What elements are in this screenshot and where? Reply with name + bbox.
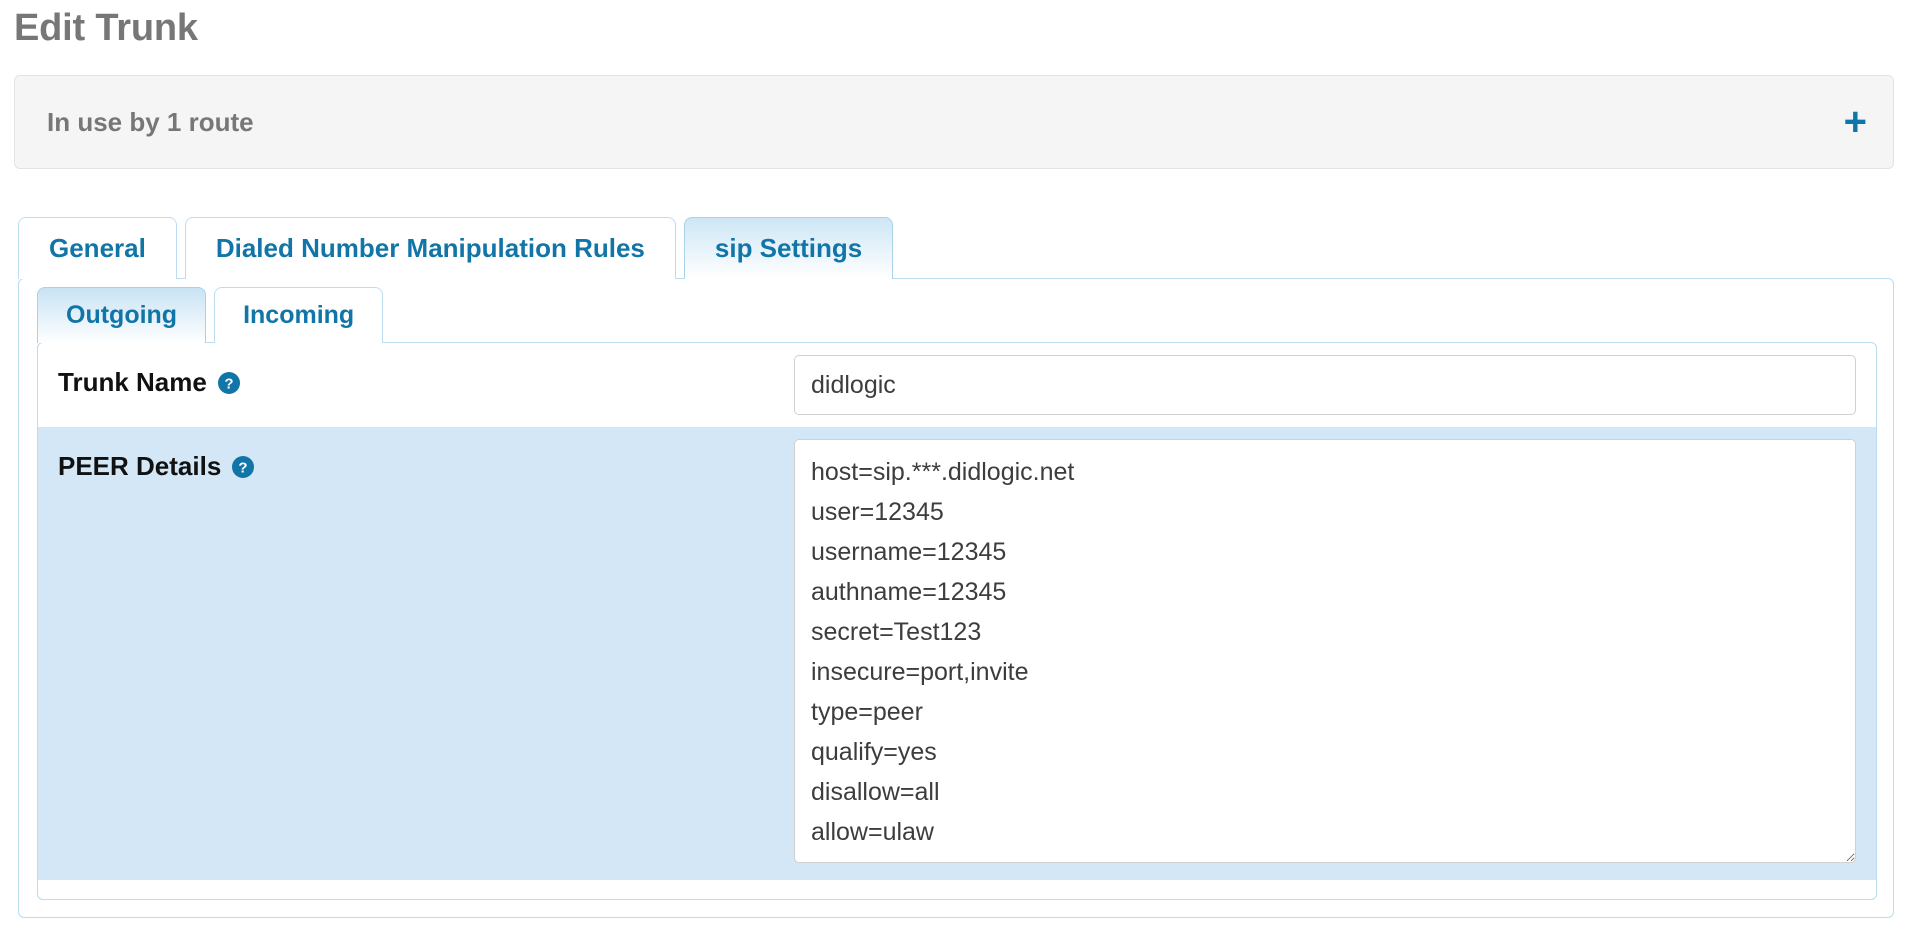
help-circle-icon[interactable]: ? (231, 455, 255, 479)
tab-outgoing-label: Outgoing (66, 301, 177, 330)
tab-general[interactable]: General (18, 217, 177, 279)
trunk-name-label: Trunk Name (58, 367, 207, 398)
help-circle-icon[interactable]: ? (217, 371, 241, 395)
peer-details-field-cell: host=sip.***.didlogic.net user=12345 use… (794, 439, 1856, 868)
svg-text:?: ? (239, 459, 248, 476)
sip-settings-panel: Outgoing Incoming Trunk Name ? (18, 278, 1894, 918)
tab-dialed-number-manipulation-rules[interactable]: Dialed Number Manipulation Rules (185, 217, 676, 279)
secondary-tab-strip: Outgoing Incoming (37, 287, 391, 343)
in-use-banner: In use by 1 route + (14, 75, 1894, 169)
tab-sip-settings[interactable]: sip Settings (684, 217, 893, 279)
tab-sip-settings-label: sip Settings (715, 233, 862, 264)
svg-text:?: ? (224, 375, 233, 392)
page-title: Edit Trunk (0, 0, 1916, 52)
peer-details-textarea[interactable]: host=sip.***.didlogic.net user=12345 use… (794, 439, 1856, 863)
peer-details-label-cell: PEER Details ? (56, 439, 794, 482)
trunk-name-input[interactable] (794, 355, 1856, 415)
trunk-name-row: Trunk Name ? (38, 343, 1876, 427)
trunk-name-field-cell (794, 355, 1856, 415)
outgoing-settings-panel: Trunk Name ? PEER Details ? (37, 342, 1877, 900)
trunk-name-label-cell: Trunk Name ? (56, 355, 794, 398)
plus-icon[interactable]: + (1844, 102, 1867, 142)
peer-details-row: PEER Details ? host=sip.***.didlogic.net… (38, 427, 1876, 880)
tab-incoming[interactable]: Incoming (214, 287, 383, 343)
peer-details-label: PEER Details (58, 451, 221, 482)
tab-outgoing[interactable]: Outgoing (37, 287, 206, 343)
tab-general-label: General (49, 233, 146, 264)
in-use-label: In use by 1 route (47, 107, 254, 138)
tab-incoming-label: Incoming (243, 301, 354, 330)
primary-tab-strip: General Dialed Number Manipulation Rules… (18, 217, 901, 279)
tab-dialed-number-manipulation-rules-label: Dialed Number Manipulation Rules (216, 233, 645, 264)
